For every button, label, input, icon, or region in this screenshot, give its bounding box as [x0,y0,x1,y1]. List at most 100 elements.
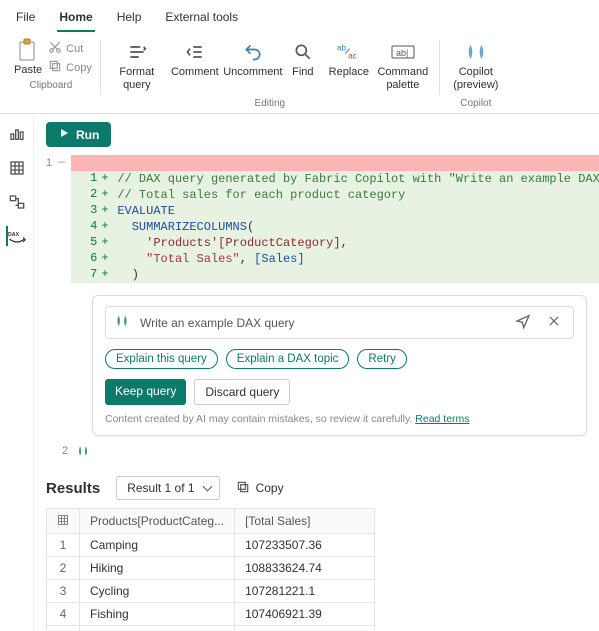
keep-query-button[interactable]: Keep query [105,379,186,405]
main-content: Run 1 — 1+// DAX query generated by Fabr… [34,114,599,631]
rail-model-view[interactable] [7,192,27,212]
copy-results-label: Copy [256,481,284,495]
results-title: Results [46,480,100,497]
paste-label: Paste [14,64,42,76]
copilot-prompt-input[interactable] [138,315,503,331]
copy-results-button[interactable]: Copy [236,480,284,497]
close-icon[interactable] [543,314,565,331]
copilot-input-row [105,306,574,339]
cell-total-sales: 107281221.1 [235,579,375,602]
diff-added-marker: + [101,251,111,265]
menu-file[interactable]: File [14,6,37,32]
svg-text:ac: ac [348,51,356,60]
cell-category: Camping [80,533,235,556]
table-header-row: Products[ProductCateg... [Total Sales] [47,509,375,533]
command-palette-button[interactable]: ab| Command palette [375,36,431,96]
copilot-ribbon-button[interactable]: Copilot (preview) [448,36,504,96]
find-button[interactable]: Find [283,36,323,83]
ribbon: Paste Cut Copy Clipboard Format query [0,32,599,114]
code-line[interactable]: 2+// Total sales for each product catego… [71,187,599,203]
copilot-icon [464,40,488,64]
ribbon-group-clipboard: Paste Cut Copy Clipboard [6,36,96,113]
run-button[interactable]: Run [46,122,111,147]
group-label-copilot: Copilot [460,96,491,113]
cell-category: Hiking [80,556,235,579]
format-label: Format query [119,66,154,92]
cell-total-sales: 108833624.74 [235,556,375,579]
copilot-panel: Explain this query Explain a DAX topic R… [92,295,587,436]
comment-label: Comment [171,66,219,79]
diff-added-marker: + [101,219,111,233]
replace-button[interactable]: abac Replace [325,36,373,83]
table-row[interactable]: 4Fishing107406921.39 [47,602,375,625]
ribbon-separator [439,40,440,95]
code-content: 'Products'[ProductCategory], [111,235,599,251]
table-row[interactable]: 2Hiking108833624.74 [47,556,375,579]
diff-added-marker: + [101,203,111,217]
code-content: ) [111,267,599,283]
cell-category: Electronics [80,625,235,631]
read-terms-link[interactable]: Read terms [415,413,469,425]
menu-external-tools[interactable]: External tools [163,6,240,32]
result-selector-dropdown[interactable]: Result 1 of 1 [116,476,219,500]
disclaimer-text: Content created by AI may contain mistak… [105,413,415,425]
cut-label: Cut [66,43,83,55]
row-index: 5 [47,625,80,631]
results-table: Products[ProductCateg... [Total Sales] 1… [46,508,375,631]
undo-icon [241,40,265,64]
uncomment-label: Uncomment [223,66,282,79]
table-row[interactable]: 5Electronics110102992.76 [47,625,375,631]
collapse-indicator[interactable]: — [52,155,71,283]
code-line[interactable]: 1+// DAX query generated by Fabric Copil… [71,171,599,187]
ribbon-group-copilot: Copilot (preview) Copilot [444,36,508,113]
comment-button[interactable]: Comment [167,36,223,83]
replace-icon: abac [337,40,361,64]
dax-editor[interactable]: 1 — 1+// DAX query generated by Fabric C… [46,155,587,283]
line-number: 7 [71,267,101,281]
code-line[interactable]: 7+ ) [71,267,599,283]
code-content: // Total sales for each product category [111,187,599,203]
editor-line-marker: 2 [62,445,68,457]
table-row[interactable]: 3Cycling107281221.1 [47,579,375,602]
results-bar: Results Result 1 of 1 Copy [46,476,587,500]
format-query-button[interactable]: Format query [109,36,165,96]
code-content: EVALUATE [111,203,599,219]
copilot-small-icon [114,313,130,332]
code-content: "Total Sales", [Sales] [111,251,599,267]
rail-data-view[interactable] [7,158,27,178]
indent-left-icon [183,40,207,64]
code-line[interactable]: 4+ SUMMARIZECOLUMNS( [71,219,599,235]
menu-home[interactable]: Home [57,6,94,32]
play-icon [58,127,70,142]
menu-help[interactable]: Help [115,6,144,32]
column-header-total-sales[interactable]: [Total Sales] [235,509,375,533]
row-index: 4 [47,602,80,625]
code-line[interactable]: 6+ "Total Sales", [Sales] [71,251,599,267]
cut-button[interactable]: Cut [48,40,92,57]
replace-label: Replace [329,66,369,79]
run-label: Run [76,128,99,142]
rail-report-view[interactable] [7,124,27,144]
paste-button[interactable]: Paste [10,36,46,78]
uncomment-button[interactable]: Uncomment [225,36,281,83]
chip-retry[interactable]: Retry [357,349,406,369]
discard-query-button[interactable]: Discard query [194,379,290,405]
row-index: 3 [47,579,80,602]
code-line[interactable]: 3+EVALUATE [71,203,599,219]
group-label-clipboard: Clipboard [30,78,73,95]
chip-explain-query[interactable]: Explain this query [105,349,218,369]
group-label-editing: Editing [255,96,286,113]
svg-text:ab: ab [337,43,346,52]
copilot-inline-icon[interactable] [76,444,90,458]
diff-added-marker: + [101,267,111,281]
diff-removed-strip [71,155,599,171]
copy-button[interactable]: Copy [48,59,92,76]
row-index: 2 [47,556,80,579]
send-icon[interactable] [511,313,535,332]
chip-explain-topic[interactable]: Explain a DAX topic [226,349,350,369]
table-row[interactable]: 1Camping107233507.36 [47,533,375,556]
cell-total-sales: 107406921.39 [235,602,375,625]
column-header-category[interactable]: Products[ProductCateg... [80,509,235,533]
code-line[interactable]: 5+ 'Products'[ProductCategory], [71,235,599,251]
rail-dax-query-view[interactable]: DAX [6,226,26,246]
